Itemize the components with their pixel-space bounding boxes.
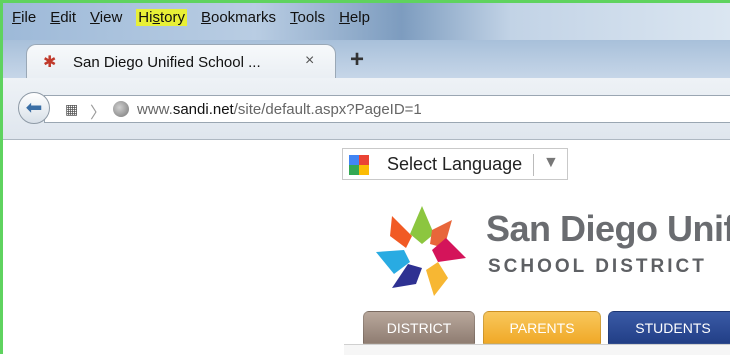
window-frame bbox=[0, 0, 730, 354]
